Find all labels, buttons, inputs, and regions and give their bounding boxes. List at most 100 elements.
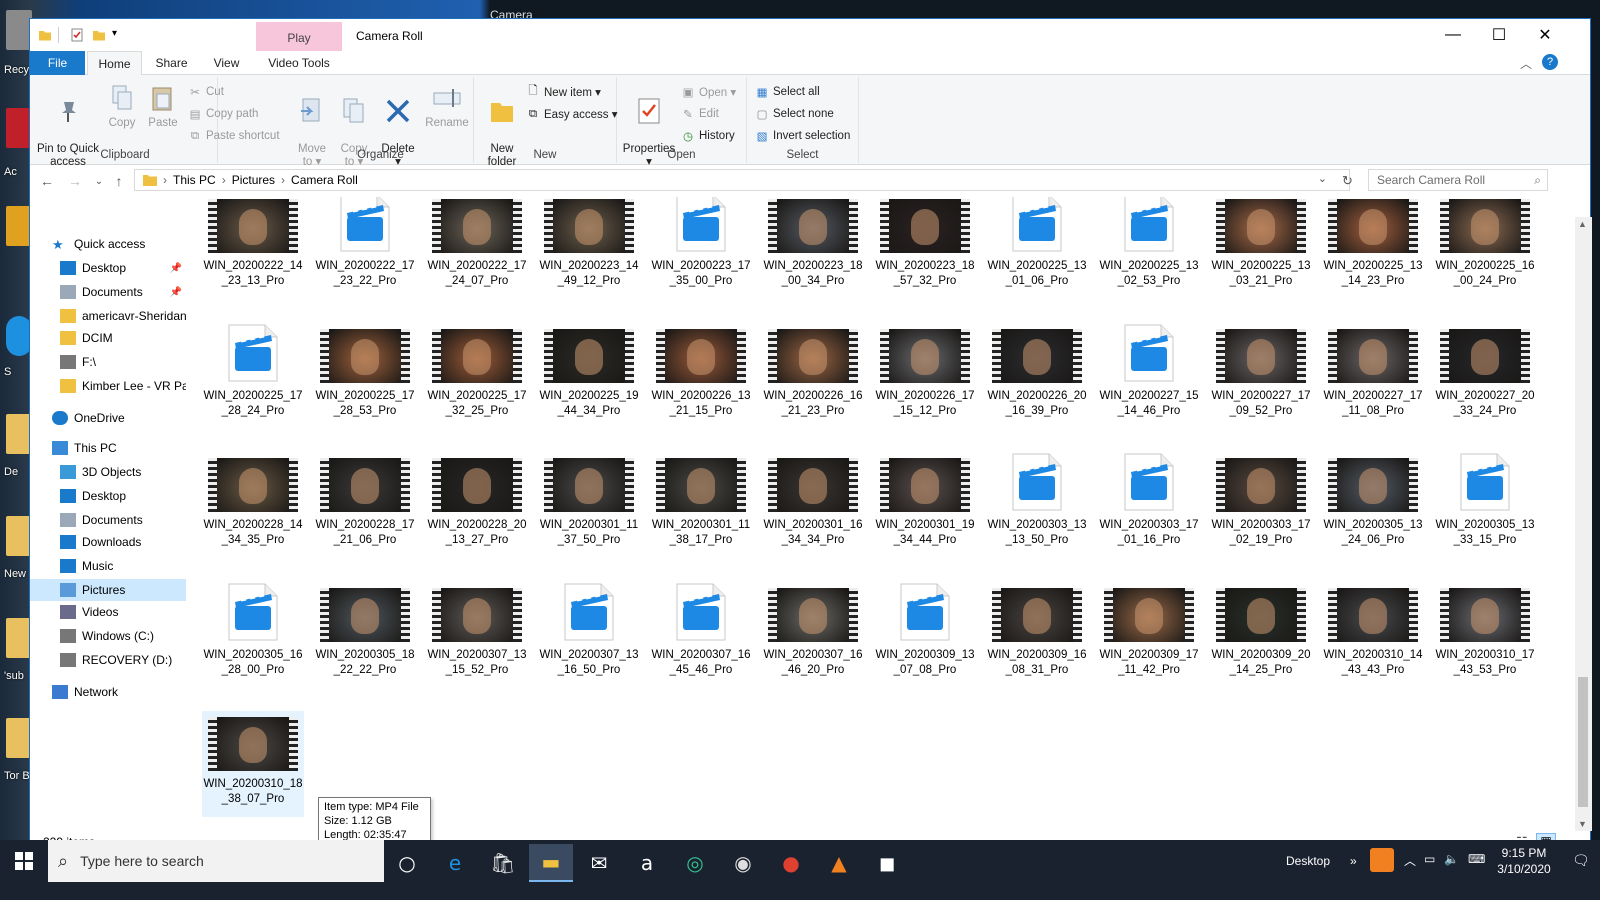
file-tile[interactable]: WIN_20200310_18_38_07_Pro: [202, 711, 304, 817]
vlc-icon[interactable]: ▲: [817, 844, 861, 882]
nav-item-downloads[interactable]: Downloads: [30, 531, 186, 553]
close-button[interactable]: ✕: [1522, 19, 1568, 51]
file-tile[interactable]: WIN_20200303_17_01_16_Pro: [1098, 452, 1200, 576]
file-tile[interactable]: WIN_20200223_14_49_12_Pro: [538, 197, 640, 317]
taskbar-search-box[interactable]: ⌕ Type here to search: [48, 840, 384, 882]
help-icon[interactable]: ?: [1542, 54, 1558, 70]
nav-item-documents[interactable]: Documents 📌: [30, 281, 186, 303]
select-all-button[interactable]: ▦ Select all: [755, 85, 820, 99]
edit-button[interactable]: ✎ Edit: [681, 107, 719, 121]
file-tile[interactable]: WIN_20200301_19_34_44_Pro: [874, 452, 976, 576]
volume-icon[interactable]: 🔈: [1444, 852, 1459, 866]
file-explorer-icon[interactable]: ▬: [529, 844, 573, 882]
camera-icon[interactable]: ◼: [865, 844, 909, 882]
task-view-icon[interactable]: ○: [385, 844, 429, 882]
new-item-button[interactable]: 🗋 New item ▾: [526, 85, 601, 100]
maximize-button[interactable]: ☐: [1476, 19, 1522, 51]
file-tile[interactable]: WIN_20200227_20_33_24_Pro: [1434, 323, 1536, 447]
refresh-icon[interactable]: ↻: [1342, 173, 1353, 189]
tab-share[interactable]: Share: [144, 51, 199, 75]
rename-button[interactable]: Rename: [424, 83, 470, 130]
keyboard-icon[interactable]: ⌨: [1468, 852, 1485, 866]
new-folder-quick-icon[interactable]: [92, 28, 106, 42]
vertical-scrollbar[interactable]: ▲ ▼: [1575, 217, 1592, 831]
minimize-button[interactable]: —: [1430, 19, 1476, 51]
up-arrow-icon[interactable]: ↑: [110, 172, 128, 190]
nav-item-americavr-sheridan[interactable]: americavr-Sheridan.: [30, 305, 186, 327]
file-tile[interactable]: WIN_20200310_17_43_53_Pro: [1434, 582, 1536, 706]
paste-button[interactable]: Paste: [144, 83, 182, 130]
file-tile[interactable]: WIN_20200305_18_22_22_Pro: [314, 582, 416, 706]
file-tile[interactable]: WIN_20200223_18_00_34_Pro: [762, 197, 864, 317]
tab-file[interactable]: File: [30, 51, 85, 75]
file-tile[interactable]: WIN_20200307_16_45_46_Pro: [650, 582, 752, 706]
nav-item-music[interactable]: Music: [30, 555, 186, 577]
file-tile[interactable]: WIN_20200301_16_34_34_Pro: [762, 452, 864, 576]
breadcrumb-pictures[interactable]: Pictures: [232, 173, 275, 187]
notification-app-icon[interactable]: [1370, 848, 1394, 872]
tab-home[interactable]: Home: [87, 51, 142, 76]
nav-item-f[interactable]: F:\: [30, 351, 186, 373]
power-icon[interactable]: ▭: [1424, 852, 1435, 866]
file-tile[interactable]: WIN_20200228_14_34_35_Pro: [202, 452, 304, 576]
scroll-down-icon[interactable]: ▼: [1578, 819, 1587, 829]
file-tile[interactable]: WIN_20200226_16_21_23_Pro: [762, 323, 864, 447]
nav-item-recovery-d[interactable]: RECOVERY (D:): [30, 649, 186, 671]
nav-item-pictures[interactable]: Pictures: [30, 579, 186, 601]
forward-arrow-icon[interactable]: →: [66, 172, 84, 190]
edge-icon[interactable]: e: [433, 844, 477, 882]
clock-date[interactable]: 3/10/2020: [1494, 862, 1554, 876]
file-tile[interactable]: WIN_20200305_13_24_06_Pro: [1322, 452, 1424, 576]
file-tile[interactable]: WIN_20200225_17_28_24_Pro: [202, 323, 304, 447]
file-tile[interactable]: WIN_20200310_14_43_43_Pro: [1322, 582, 1424, 706]
desktop-toolbar-label[interactable]: Desktop: [1286, 854, 1330, 868]
file-tile[interactable]: WIN_20200225_17_32_25_Pro: [426, 323, 528, 447]
tab-video-tools[interactable]: Video Tools: [256, 51, 342, 75]
nav-item-quick-access[interactable]: ★ Quick access: [30, 233, 186, 255]
nav-item-documents[interactable]: Documents: [30, 509, 186, 531]
open-button[interactable]: ▣ Open ▾: [681, 85, 737, 99]
file-tile[interactable]: WIN_20200228_17_21_06_Pro: [314, 452, 416, 576]
file-tile[interactable]: WIN_20200307_13_15_52_Pro: [426, 582, 528, 706]
file-tile[interactable]: WIN_20200226_17_15_12_Pro: [874, 323, 976, 447]
nav-item-onedrive[interactable]: OneDrive: [30, 407, 186, 429]
file-tile[interactable]: WIN_20200301_11_37_50_Pro: [538, 452, 640, 576]
file-tile[interactable]: WIN_20200225_13_01_06_Pro: [986, 197, 1088, 317]
file-tile[interactable]: WIN_20200305_16_28_00_Pro: [202, 582, 304, 706]
clock-time[interactable]: 9:15 PM: [1494, 846, 1554, 860]
file-tile[interactable]: WIN_20200222_17_24_07_Pro: [426, 197, 528, 317]
nav-item-network[interactable]: Network: [30, 681, 186, 703]
file-tile[interactable]: WIN_20200228_20_13_27_Pro: [426, 452, 528, 576]
file-tile[interactable]: WIN_20200307_16_46_20_Pro: [762, 582, 864, 706]
show-hidden-icons-icon[interactable]: ︿: [1404, 852, 1416, 869]
file-tile[interactable]: WIN_20200225_17_28_53_Pro: [314, 323, 416, 447]
breadcrumb-this-pc[interactable]: This PC: [173, 173, 216, 187]
address-bar[interactable]: › This PC › Pictures › Camera Roll ⌄: [134, 169, 1350, 191]
nav-item-3d-objects[interactable]: 3D Objects: [30, 461, 186, 483]
camera-app-icon[interactable]: ◉: [721, 844, 765, 882]
file-tile[interactable]: WIN_20200226_20_16_39_Pro: [986, 323, 1088, 447]
search-input[interactable]: Search Camera Roll ⌕: [1368, 169, 1548, 191]
properties-quick-icon[interactable]: [70, 28, 84, 42]
back-arrow-icon[interactable]: ←: [38, 172, 56, 190]
file-tile[interactable]: WIN_20200307_13_16_50_Pro: [538, 582, 640, 706]
nav-item-desktop[interactable]: Desktop: [30, 485, 186, 507]
mail-icon[interactable]: ✉: [577, 844, 621, 882]
invert-selection-button[interactable]: ▧ Invert selection: [755, 129, 851, 143]
file-tile[interactable]: WIN_20200227_17_09_52_Pro: [1210, 323, 1312, 447]
file-tile[interactable]: WIN_20200223_17_35_00_Pro: [650, 197, 752, 317]
file-tile[interactable]: WIN_20200301_11_38_17_Pro: [650, 452, 752, 576]
file-tile[interactable]: WIN_20200309_17_11_42_Pro: [1098, 582, 1200, 706]
recent-locations-icon[interactable]: ⌄: [90, 172, 108, 190]
nav-item-kimber-lee-vr-pac[interactable]: Kimber Lee - VR Pac: [30, 375, 186, 397]
file-tile[interactable]: WIN_20200222_17_23_22_Pro: [314, 197, 416, 317]
select-none-button[interactable]: ▢ Select none: [755, 107, 834, 121]
chrome-icon[interactable]: ●: [769, 844, 813, 882]
tripadvisor-icon[interactable]: ◎: [673, 844, 717, 882]
file-tile[interactable]: WIN_20200222_14_23_13_Pro: [202, 197, 304, 317]
history-button[interactable]: ◷ History: [681, 129, 735, 143]
scroll-up-icon[interactable]: ▲: [1578, 219, 1587, 229]
scrollbar-thumb[interactable]: [1578, 677, 1588, 807]
nav-item-this-pc[interactable]: This PC: [30, 437, 186, 459]
action-center-icon[interactable]: 🗨: [1572, 852, 1590, 869]
